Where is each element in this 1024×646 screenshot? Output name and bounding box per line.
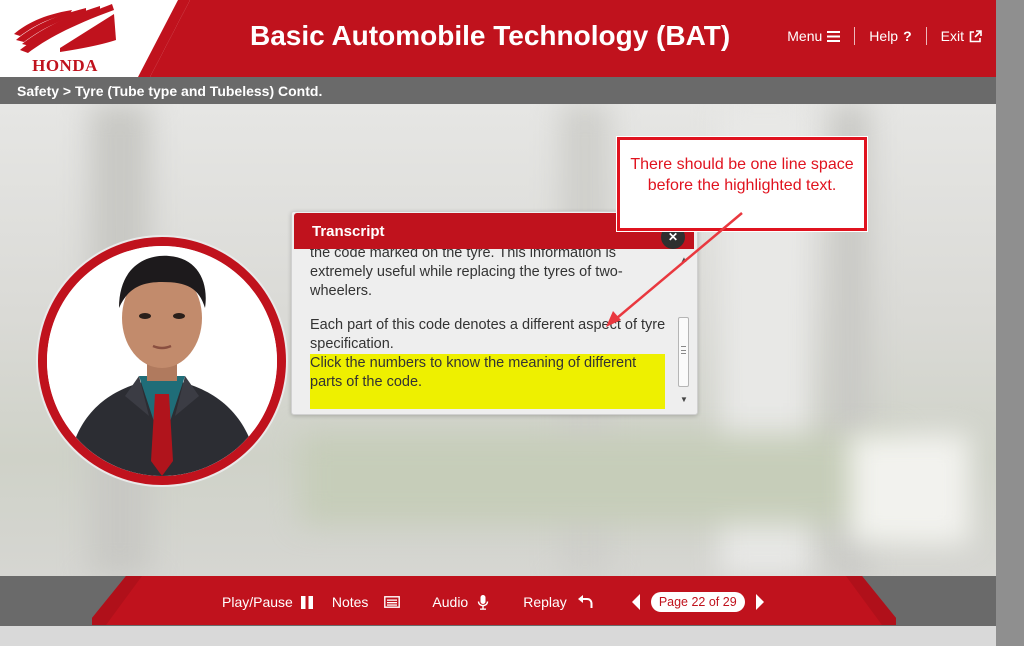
- scroll-down-arrow-icon[interactable]: ▼: [677, 395, 691, 405]
- window-gutter: [996, 0, 1024, 646]
- review-annotation-box: There should be one line space before th…: [617, 137, 867, 231]
- playback-controls: Play/Pause Notes Audio Replay Page 22 of…: [222, 590, 767, 614]
- background-blur-shape: [850, 434, 970, 544]
- hamburger-icon: [827, 30, 841, 42]
- audio-label: Audio: [432, 594, 469, 610]
- footer-bottom-strip: [0, 626, 996, 646]
- audio-button[interactable]: Audio: [432, 594, 489, 610]
- transcript-paragraph: Each part of this code denotes a differe…: [310, 317, 666, 352]
- notes-icon: [384, 596, 401, 608]
- annotation-text: There should be one line space before th…: [630, 156, 854, 194]
- course-title: Basic Automobile Technology (BAT): [250, 20, 731, 51]
- play-pause-button[interactable]: Play/Pause: [222, 594, 314, 610]
- transcript-title: Transcript: [312, 223, 385, 240]
- exit-label: Exit: [940, 28, 964, 44]
- previous-page-button[interactable]: [629, 592, 645, 612]
- menu-button[interactable]: Menu: [773, 28, 854, 44]
- external-link-icon: [969, 29, 982, 42]
- chevron-right-icon: [755, 594, 764, 610]
- replay-icon: [577, 595, 593, 608]
- transcript-scrollbar[interactable]: ▲ ▼: [677, 255, 691, 408]
- highlighted-paragraph: Click the numbers to know the meaning of…: [310, 354, 665, 409]
- scroll-up-arrow-icon[interactable]: ▲: [677, 255, 691, 265]
- menu-label: Menu: [787, 28, 823, 44]
- breadcrumb: Safety > Tyre (Tube type and Tubeless) C…: [17, 83, 323, 99]
- close-icon: ✕: [667, 230, 679, 244]
- honda-logo: HONDA: [0, 0, 190, 77]
- header-bar: HONDA Basic Automobile Technology (BAT) …: [0, 0, 996, 77]
- notes-button[interactable]: Notes: [332, 594, 401, 610]
- transcript-text: the code marked on the tyre. This inform…: [310, 249, 670, 409]
- scrollbar-thumb[interactable]: [678, 317, 689, 387]
- notes-label: Notes: [331, 594, 369, 610]
- page-navigator: Page 22 of 29: [619, 592, 767, 612]
- exit-button[interactable]: Exit: [927, 28, 982, 44]
- play-pause-label: Play/Pause: [222, 594, 293, 610]
- help-button[interactable]: Help ?: [855, 28, 925, 44]
- pause-icon: [300, 595, 313, 609]
- question-mark-icon: ?: [903, 28, 912, 44]
- transcript-paragraph: the code marked on the tyre. This inform…: [310, 249, 623, 299]
- app-window: HONDA Basic Automobile Technology (BAT) …: [0, 0, 996, 646]
- help-label: Help: [869, 28, 899, 44]
- replay-label: Replay: [523, 594, 567, 610]
- top-navigation: Menu Help ? Exit: [773, 27, 982, 45]
- chevron-left-icon: [631, 594, 640, 610]
- transcript-panel: Transcript ✕ the code marked on the tyre…: [291, 211, 698, 415]
- presenter-avatar: [38, 237, 286, 485]
- brand-wordmark: HONDA: [32, 56, 98, 75]
- page-indicator: Page 22 of 29: [650, 592, 745, 612]
- presenter-illustration: [47, 246, 277, 476]
- background-blur-shape: [300, 434, 900, 524]
- breadcrumb-bar: Safety > Tyre (Tube type and Tubeless) C…: [0, 77, 996, 104]
- replay-button[interactable]: Replay: [523, 594, 593, 610]
- microphone-icon: [478, 594, 489, 610]
- next-page-button[interactable]: [751, 592, 767, 612]
